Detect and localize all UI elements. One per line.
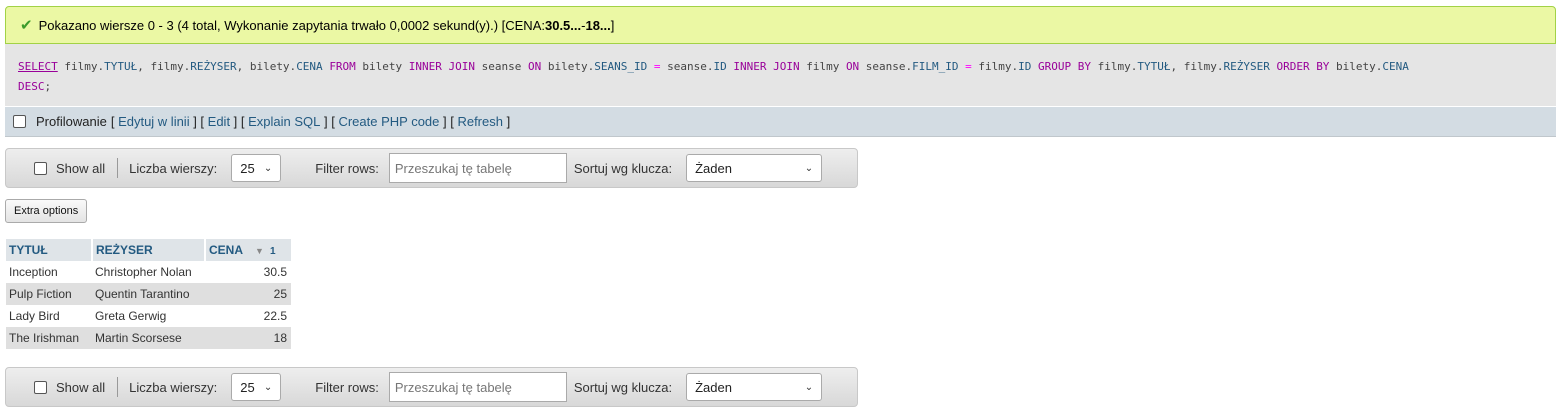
table-row: The Irishman Martin Scorsese 18 (6, 327, 291, 349)
chevron-down-icon: ⌄ (263, 162, 273, 174)
sql-token: TYTUŁ (104, 60, 138, 73)
sql-token: filmy. (57, 60, 105, 73)
cell-price: 30.5 (205, 261, 291, 283)
sql-token: CENA (1382, 60, 1409, 73)
sql-token: CENA (296, 60, 323, 73)
sql-token: SEANS_ID (594, 60, 648, 73)
sql-token: INNER JOIN (408, 60, 476, 73)
sql-token: ID (713, 60, 727, 73)
sql-token: ID (1018, 60, 1032, 73)
sql-token: , filmy. (1170, 60, 1224, 73)
sql-token: bilety (355, 60, 409, 73)
sql-token: FILM_ID (912, 60, 959, 73)
filter-rows-input[interactable]: Przeszukaj tę tabelę (388, 372, 567, 402)
sql-token: ON (528, 60, 542, 73)
edit-link[interactable]: Edit (208, 114, 230, 129)
show-all-label: Show all (56, 379, 106, 395)
sql-token: filmy. (971, 60, 1019, 73)
create-php-code-link[interactable]: Create PHP code (338, 114, 439, 129)
rows-per-page-select[interactable]: 25 ⌄ (231, 154, 282, 182)
sql-token: GROUP BY (1038, 60, 1091, 73)
sort-label: Sortuj wg klucza: (573, 379, 673, 395)
rows-per-page-select[interactable]: 25 ⌄ (231, 373, 282, 401)
inline-edit-link[interactable]: Edytuj w linii (118, 114, 190, 129)
explain-sql-link[interactable]: Explain SQL (248, 114, 320, 129)
navigation-bar-bottom: Show all Liczba wierszy: 25 ⌄ Filter rows… (5, 367, 858, 407)
rows-label: Liczba wierszy: (129, 160, 218, 176)
sql-token: TYTUŁ (1137, 60, 1171, 73)
navigation-bar-top: Show all Liczba wierszy: 25 ⌄ Filter rows… (5, 148, 858, 188)
sql-query: SELECT filmy.TYTUŁ, filmy.REŻYSER, bilet… (5, 44, 1556, 106)
table-row: Pulp Fiction Quentin Tarantino 25 (6, 283, 291, 305)
column-header-price[interactable]: CENA ▼ 1 (205, 239, 291, 261)
query-toolbar: Profilowanie [ Edytuj w linii ] [ Edit ]… (5, 107, 1556, 137)
cell-director: Martin Scorsese (92, 327, 205, 349)
sort-index: 1 (269, 246, 276, 257)
sql-token: SELECT (18, 60, 58, 73)
sql-token: = (965, 60, 972, 73)
sort-by-key-select[interactable]: Żaden ⌄ (686, 154, 823, 182)
sql-token: DESC (18, 80, 45, 93)
sql-token: , filmy. (137, 60, 191, 73)
success-message: ✔ Pokazano wiersze 0 - 3 (4 total, Wykon… (5, 6, 1556, 44)
extra-options-button[interactable]: Extra options (5, 199, 88, 223)
sql-token: seanse. (660, 60, 714, 73)
show-all-checkbox[interactable] (34, 380, 47, 394)
sort-label: Sortuj wg klucza: (573, 160, 673, 176)
cell-price: 25 (205, 283, 291, 305)
result-table: TYTUŁ REŻYSER CENA ▼ 1 Inception Christoph… (6, 239, 291, 349)
rows-label: Liczba wierszy: (129, 379, 218, 395)
sql-token: seanse (475, 60, 529, 73)
sql-token: , bilety. (236, 60, 297, 73)
cell-price: 18 (205, 327, 291, 349)
sort-desc-icon: ▼ (255, 246, 264, 256)
table-row: Lady Bird Greta Gerwig 22.5 (6, 305, 291, 327)
filter-label: Filter rows: (315, 379, 379, 395)
sql-token: seanse. (859, 60, 913, 73)
sql-token: ON (845, 60, 860, 73)
profiling-checkbox[interactable] (13, 115, 26, 128)
sql-token: FROM (329, 60, 356, 73)
cell-director: Quentin Tarantino (92, 283, 205, 305)
sql-token: ORDER BY (1276, 60, 1330, 73)
cell-title: Lady Bird (6, 305, 92, 327)
chevron-down-icon: ⌄ (804, 162, 814, 174)
sql-token: bilety. (541, 60, 595, 73)
cell-director: Christopher Nolan (92, 261, 205, 283)
success-check-icon: ✔ (20, 17, 33, 34)
sql-token: filmy. (1091, 60, 1138, 73)
profiling-label: Profilowanie (36, 114, 107, 129)
show-all-checkbox[interactable] (34, 161, 47, 175)
filter-label: Filter rows: (315, 160, 379, 176)
chevron-down-icon: ⌄ (804, 381, 814, 393)
message-min: 30.5... (544, 17, 582, 33)
sql-token: REŻYSER (190, 60, 237, 73)
table-row: Inception Christopher Nolan 30.5 (6, 261, 291, 283)
sql-token: filmy (799, 60, 846, 73)
message-max: 18... (585, 17, 611, 33)
message-suffix: ] (610, 17, 615, 33)
sql-token: bilety. (1329, 60, 1383, 73)
column-header-director[interactable]: REŻYSER (92, 239, 206, 261)
cell-title: The Irishman (6, 327, 92, 349)
show-all-label: Show all (56, 160, 106, 176)
sql-token: ; (44, 80, 52, 93)
sql-token: INNER JOIN (733, 60, 800, 73)
column-header-title[interactable]: TYTUŁ (6, 239, 93, 261)
sort-by-key-select[interactable]: Żaden ⌄ (686, 373, 823, 401)
cell-title: Inception (6, 261, 92, 283)
sql-token: REŻYSER (1223, 60, 1270, 73)
cell-title: Pulp Fiction (6, 283, 92, 305)
cell-price: 22.5 (205, 305, 291, 327)
filter-rows-input[interactable]: Przeszukaj tę tabelę (388, 153, 567, 183)
cell-director: Greta Gerwig (92, 305, 205, 327)
refresh-link[interactable]: Refresh (457, 114, 503, 129)
chevron-down-icon: ⌄ (263, 381, 273, 393)
message-prefix: Pokazano wiersze 0 - 3 (4 total, Wykonan… (38, 17, 545, 33)
